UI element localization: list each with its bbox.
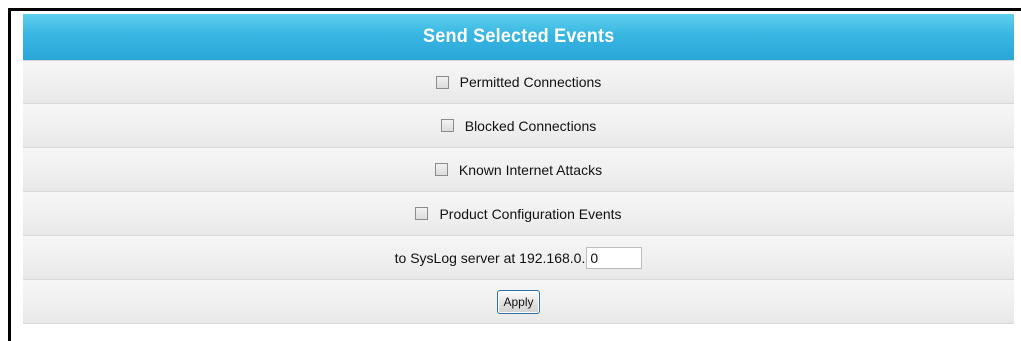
permitted-connections-checkbox[interactable] — [435, 75, 449, 89]
known-internet-attacks-checkbox[interactable] — [434, 163, 448, 176]
event-row-permitted: Permitted Connections — [23, 60, 1014, 104]
event-row-attacks: Known Internet Attacks — [23, 148, 1014, 192]
blocked-connections-label: Blocked Connections — [464, 117, 597, 134]
known-internet-attacks-label: Known Internet Attacks — [458, 161, 603, 178]
product-configuration-events-checkbox[interactable] — [415, 207, 429, 220]
page-frame: Send Selected Events Permitted Connectio… — [8, 8, 1021, 341]
apply-button[interactable]: Apply — [497, 289, 540, 314]
syslog-ip-last-octet-input[interactable] — [586, 246, 643, 269]
permitted-connections-label: Permitted Connections — [459, 74, 602, 90]
panel-header: Send Selected Events — [23, 14, 1014, 60]
syslog-row: to SysLog server at 192.168.0. — [23, 236, 1014, 280]
syslog-server-label: to SysLog server at 192.168.0. — [394, 249, 586, 266]
send-selected-events-panel: Send Selected Events Permitted Connectio… — [23, 14, 1014, 324]
product-configuration-events-label: Product Configuration Events — [439, 205, 622, 222]
panel-title: Send Selected Events — [422, 26, 615, 47]
apply-row: Apply — [23, 280, 1014, 324]
event-row-config: Product Configuration Events — [23, 192, 1014, 236]
blocked-connections-checkbox[interactable] — [440, 119, 454, 132]
event-row-blocked: Blocked Connections — [23, 104, 1014, 148]
